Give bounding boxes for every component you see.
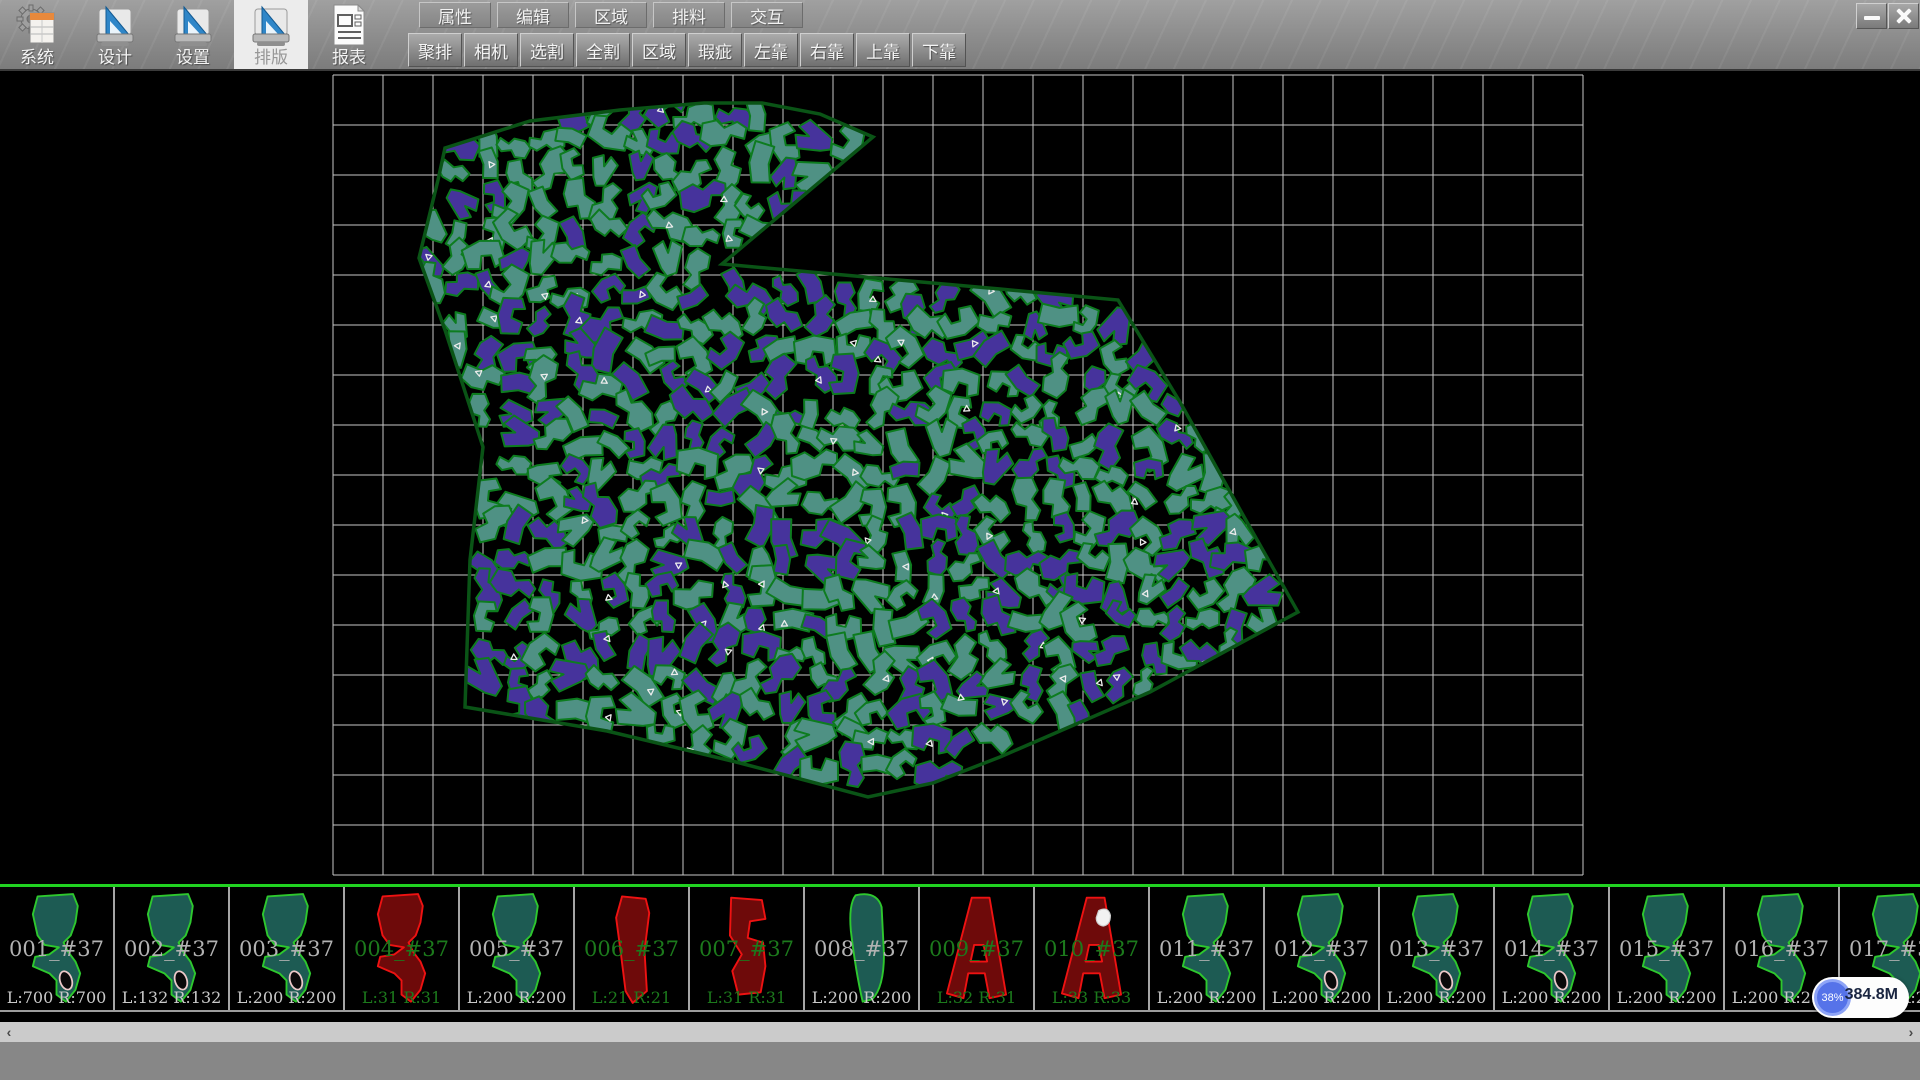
- piece-id-label: 006_#37: [575, 937, 688, 961]
- piece-id-label: 004_#37: [345, 937, 458, 961]
- piece-id-label: 009_#37: [920, 937, 1033, 961]
- minimize-button[interactable]: [1856, 3, 1887, 29]
- set-square-icon: [170, 3, 216, 48]
- piece-lr-count: L:33 R:33: [1035, 988, 1148, 1007]
- thumbnail-piece-008_#37[interactable]: 008_#37 L:200 R:200: [805, 887, 920, 1010]
- big-button-label: 报表: [332, 48, 366, 68]
- thumbnail-piece-004_#37[interactable]: 004_#37 L:31 R:31: [345, 887, 460, 1010]
- piece-id-label: 014_#37: [1495, 937, 1608, 961]
- tool-snap-top[interactable]: 上靠: [856, 33, 910, 67]
- tool-cluster-nest[interactable]: 聚排: [408, 33, 462, 67]
- menu-edit[interactable]: 编辑: [497, 2, 569, 28]
- piece-id-label: 001_#37: [0, 937, 113, 961]
- piece-id-label: 011_#37: [1150, 937, 1263, 961]
- menu-nest[interactable]: 排料: [653, 2, 725, 28]
- thumbnail-piece-014_#37[interactable]: 014_#37 L:200 R:200: [1495, 887, 1610, 1010]
- scroll-right-icon[interactable]: ›: [1902, 1022, 1920, 1042]
- menu-properties[interactable]: 属性: [419, 2, 491, 28]
- memory-value: 384.8M: [1845, 986, 1898, 1004]
- minimize-icon: [1864, 16, 1880, 20]
- piece-id-label: 002_#37: [115, 937, 228, 961]
- piece-id-label: 005_#37: [460, 937, 573, 961]
- tool-select-cut[interactable]: 选割: [520, 33, 574, 67]
- big-button-label: 排版: [254, 48, 288, 68]
- application-window: 系统设计设置排版报表 属性编辑区域排料交互 聚排相机选割全割区域瑕疵左靠右靠上靠…: [0, 0, 1920, 1080]
- scroll-left-icon[interactable]: ‹: [0, 1022, 18, 1042]
- piece-id-label: 007_#37: [690, 937, 803, 961]
- thumbnail-piece-002_#37[interactable]: 002_#37 L:132 R:132: [115, 887, 230, 1010]
- thumbnail-piece-012_#37[interactable]: 012_#37 L:200 R:200: [1265, 887, 1380, 1010]
- big-button-settings[interactable]: 设置: [156, 0, 230, 69]
- piece-lr-count: L:200 R:200: [230, 988, 343, 1007]
- piece-lr-count: L:200 R:200: [1495, 988, 1608, 1007]
- piece-id-label: 012_#37: [1265, 937, 1378, 961]
- piece-lr-count: L:31 R:31: [690, 988, 803, 1007]
- tool-snap-right[interactable]: 右靠: [800, 33, 854, 67]
- piece-id-label: 016_#37: [1725, 937, 1838, 961]
- piece-lr-count: L:31 R:31: [345, 988, 458, 1007]
- big-button-report[interactable]: 报表: [312, 0, 386, 69]
- piece-lr-count: L:200 R:200: [1380, 988, 1493, 1007]
- gear-spreadsheet-icon: [14, 3, 60, 48]
- big-button-label: 系统: [20, 48, 54, 68]
- thumbnail-piece-010_#37[interactable]: 010_#37 L:33 R:33: [1035, 887, 1150, 1010]
- big-button-label: 设置: [176, 48, 210, 68]
- horizontal-scrollbar[interactable]: ‹ ›: [0, 1022, 1920, 1042]
- tool-camera[interactable]: 相机: [464, 33, 518, 67]
- piece-lr-count: L:700 R:700: [0, 988, 113, 1007]
- piece-id-label: 013_#37: [1380, 937, 1493, 961]
- piece-lr-count: L:200 R:200: [460, 988, 573, 1007]
- piece-lr-count: L:200 R:200: [1610, 988, 1723, 1007]
- big-button-label: 设计: [98, 48, 132, 68]
- status-bar: [0, 1042, 1920, 1080]
- piece-lr-count: L:200 R:200: [1150, 988, 1263, 1007]
- thumbnail-piece-001_#37[interactable]: 001_#37 L:700 R:700: [0, 887, 115, 1010]
- piece-id-label: 015_#37: [1610, 937, 1723, 961]
- piece-thumbnail-strip: 001_#37L:700 R:700002_#37L:132 R:132003_…: [0, 884, 1920, 1012]
- menu-interact[interactable]: 交互: [731, 2, 803, 28]
- nesting-canvas-svg: [0, 71, 1920, 884]
- thumbnail-piece-006_#37[interactable]: 006_#37 L:21 R:21: [575, 887, 690, 1010]
- piece-id-label: 017_#37: [1840, 937, 1920, 961]
- big-button-nesting[interactable]: 排版: [234, 0, 308, 69]
- set-square-icon: [248, 3, 294, 48]
- big-button-design[interactable]: 设计: [78, 0, 152, 69]
- main-toolbar: 系统设计设置排版报表 属性编辑区域排料交互 聚排相机选割全割区域瑕疵左靠右靠上靠…: [0, 0, 1920, 71]
- tool-region[interactable]: 区域: [632, 33, 686, 67]
- set-square-icon: [92, 3, 138, 48]
- nesting-canvas[interactable]: [0, 71, 1920, 884]
- tool-cut-all[interactable]: 全割: [576, 33, 630, 67]
- thumbnail-piece-005_#37[interactable]: 005_#37 L:200 R:200: [460, 887, 575, 1010]
- thumbnail-piece-003_#37[interactable]: 003_#37 L:200 R:200: [230, 887, 345, 1010]
- piece-lr-count: L:200 R:200: [805, 988, 918, 1007]
- thumbnail-piece-007_#37[interactable]: 007_#37 L:31 R:31: [690, 887, 805, 1010]
- close-button[interactable]: [1888, 3, 1919, 29]
- piece-id-label: 008_#37: [805, 937, 918, 961]
- piece-lr-count: L:200 R:200: [1265, 988, 1378, 1007]
- memory-usage-badge[interactable]: 38% 384.8M: [1812, 977, 1909, 1018]
- report-document-icon: [326, 3, 372, 48]
- big-button-system[interactable]: 系统: [0, 0, 74, 69]
- nested-pieces: [411, 87, 1285, 789]
- piece-id-label: 003_#37: [230, 937, 343, 961]
- piece-lr-count: L:32 R:31: [920, 988, 1033, 1007]
- piece-id-label: 010_#37: [1035, 937, 1148, 961]
- thumbnail-piece-009_#37[interactable]: 009_#37 L:32 R:31: [920, 887, 1035, 1010]
- menu-region[interactable]: 区域: [575, 2, 647, 28]
- tool-snap-bottom[interactable]: 下靠: [912, 33, 966, 67]
- piece-lr-count: L:132 R:132: [115, 988, 228, 1007]
- thumbnail-piece-015_#37[interactable]: 015_#37 L:200 R:200: [1610, 887, 1725, 1010]
- tool-snap-left[interactable]: 左靠: [744, 33, 798, 67]
- thumbnail-piece-011_#37[interactable]: 011_#37 L:200 R:200: [1150, 887, 1265, 1010]
- thumbnail-piece-013_#37[interactable]: 013_#37 L:200 R:200: [1380, 887, 1495, 1010]
- piece-lr-count: L:21 R:21: [575, 988, 688, 1007]
- tool-defect[interactable]: 瑕疵: [688, 33, 742, 67]
